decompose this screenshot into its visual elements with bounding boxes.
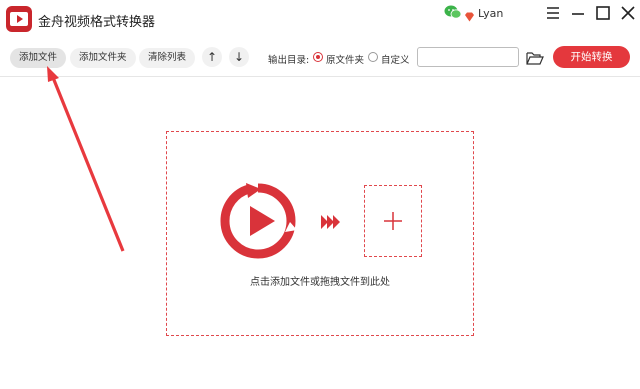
maximize-icon[interactable] (594, 4, 612, 22)
radio-original-folder[interactable] (313, 52, 323, 62)
toolbar: 添加文件 添加文件夹 清除列表 ↑ ↓ 输出目录: 原文件夹 自定义 开始转换 (0, 42, 640, 74)
fast-forward-icon (321, 214, 341, 233)
start-convert-button[interactable]: 开始转换 (553, 46, 630, 68)
output-path-input[interactable] (417, 47, 519, 67)
add-file-button[interactable]: 添加文件 (10, 48, 67, 68)
app-title: 金舟视频格式转换器 (38, 15, 156, 30)
wechat-icon (444, 4, 462, 24)
folder-open-icon[interactable] (526, 50, 544, 69)
minimize-icon[interactable] (569, 4, 587, 22)
drop-hint-text: 点击添加文件或拖拽文件到此处 (250, 277, 390, 288)
output-directory-label: 输出目录: (268, 55, 310, 66)
toolbar-divider (0, 76, 640, 77)
plus-icon (383, 211, 403, 235)
hamburger-menu-icon[interactable] (544, 4, 562, 22)
add-file-box[interactable] (364, 185, 422, 257)
radio-custom[interactable] (368, 52, 378, 62)
title-bar: 金舟视频格式转换器 Lyan (0, 0, 640, 40)
close-icon[interactable] (619, 4, 637, 22)
vip-diamond-icon (464, 7, 475, 26)
move-up-button[interactable]: ↑ (202, 47, 222, 67)
move-down-button[interactable]: ↓ (229, 47, 249, 67)
add-folder-button[interactable]: 添加文件夹 (70, 48, 136, 68)
clear-list-button[interactable]: 清除列表 (139, 48, 196, 68)
file-drop-zone[interactable]: 点击添加文件或拖拽文件到此处 (166, 131, 474, 336)
video-play-icon (219, 182, 297, 264)
radio-original-folder-label[interactable]: 原文件夹 (326, 52, 364, 66)
user-name: Lyan (478, 7, 504, 20)
app-logo (6, 6, 32, 32)
radio-custom-label[interactable]: 自定义 (381, 52, 410, 66)
